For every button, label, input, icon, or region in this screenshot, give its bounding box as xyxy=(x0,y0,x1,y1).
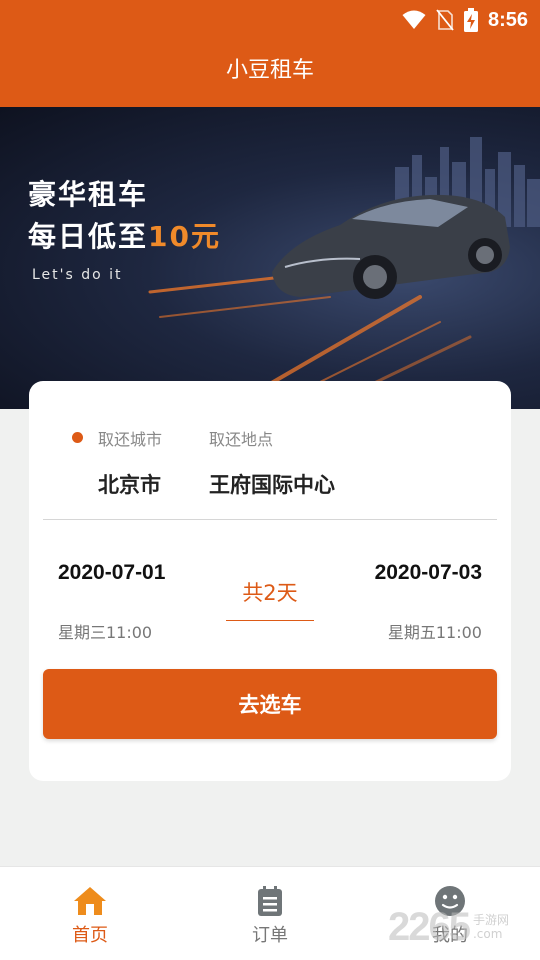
choose-car-button[interactable]: 去选车 xyxy=(43,669,497,739)
no-sim-icon xyxy=(436,9,454,31)
city-label: 取还城市 xyxy=(98,430,163,449)
banner-price: 10元 xyxy=(148,220,221,253)
return-date[interactable]: 2020-07-03 xyxy=(375,561,482,585)
nav-item-home[interactable]: 首页 xyxy=(35,885,145,947)
banner-tagline: Let's do it xyxy=(32,267,123,283)
location-label: 取还地点 xyxy=(209,430,274,449)
status-bar: 8:56 xyxy=(402,6,528,34)
watermark-site-name: 手游网 xyxy=(472,913,509,928)
banner-subline-prefix: 每日低至 xyxy=(28,220,149,253)
app-header: 8:56 小豆租车 xyxy=(0,0,540,107)
nav-label-home: 首页 xyxy=(72,925,108,946)
duration-underline xyxy=(226,620,314,621)
status-time: 8:56 xyxy=(487,8,528,31)
banner-subline: 每日低至10元 xyxy=(28,215,221,255)
nav-item-orders[interactable]: 订单 xyxy=(215,885,325,947)
location-dot-icon xyxy=(72,432,83,443)
pickup-date[interactable]: 2020-07-01 xyxy=(58,561,165,585)
city-value[interactable]: 北京市 xyxy=(98,469,161,499)
wifi-icon xyxy=(402,10,426,29)
rental-duration: 共2天 xyxy=(242,581,298,605)
battery-charging-icon xyxy=(463,8,478,32)
promo-banner[interactable]: 豪华租车 每日低至10元 Let's do it xyxy=(0,107,540,409)
order-icon xyxy=(258,886,282,916)
divider xyxy=(43,519,497,520)
return-time[interactable]: 星期五11:00 xyxy=(388,619,482,643)
booking-card: 取还城市 取还地点 北京市 王府国际中心 2020-07-01 星期三11:00… xyxy=(29,381,511,781)
watermark-number: 2265 xyxy=(388,905,471,949)
site-watermark: 2265 手游网 .com xyxy=(388,905,509,950)
banner-artwork xyxy=(148,137,540,409)
nav-label-orders: 订单 xyxy=(252,925,288,946)
pickup-time[interactable]: 星期三11:00 xyxy=(58,619,152,643)
banner-headline: 豪华租车 xyxy=(28,178,149,211)
page-title: 小豆租车 xyxy=(225,57,314,82)
home-icon xyxy=(74,887,106,915)
watermark-site: 手游网 .com xyxy=(473,914,509,940)
location-value[interactable]: 王府国际中心 xyxy=(209,469,335,499)
watermark-domain: .com xyxy=(472,926,503,941)
